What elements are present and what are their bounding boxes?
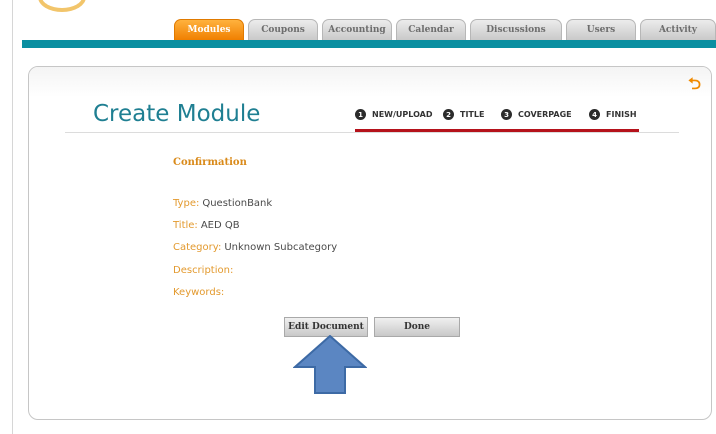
field-label: Title: <box>173 220 198 231</box>
field-category: Category: Unknown Subcategory <box>173 242 337 253</box>
nav-bar-strip <box>22 40 716 48</box>
done-button[interactable]: Done <box>374 317 460 337</box>
step-finish: 4 FINISH <box>589 109 637 120</box>
left-border <box>12 0 13 434</box>
field-label: Category: <box>173 242 222 253</box>
step-label: FINISH <box>606 110 637 119</box>
confirmation-heading: Confirmation <box>173 157 247 168</box>
step-number: 4 <box>589 109 600 120</box>
tab-accounting[interactable]: Accounting <box>322 19 392 40</box>
field-title: Title: AED QB <box>173 220 240 231</box>
field-description: Description: <box>173 265 236 276</box>
step-title: 2 TITLE <box>443 109 484 120</box>
field-value: AED QB <box>200 220 240 231</box>
tab-coupons[interactable]: Coupons <box>248 19 318 40</box>
field-value: QuestionBank <box>202 198 273 209</box>
field-label: Description: <box>173 265 234 276</box>
step-number: 1 <box>355 109 366 120</box>
tab-activity[interactable]: Activity <box>640 19 716 40</box>
tab-discussions[interactable]: Discussions <box>470 19 562 40</box>
tab-users[interactable]: Users <box>566 19 636 40</box>
content-panel: ⮌ Create Module 1 NEW/UPLOAD 2 TITLE 3 C… <box>28 66 712 420</box>
step-number: 3 <box>501 109 512 120</box>
page-title: Create Module <box>93 101 261 127</box>
step-label: TITLE <box>460 110 485 119</box>
wizard-steps: 1 NEW/UPLOAD 2 TITLE 3 COVERPAGE 4 FINIS… <box>355 105 639 132</box>
title-divider <box>65 132 679 133</box>
back-arrow-icon[interactable]: ⮌ <box>688 73 701 100</box>
step-coverpage: 3 COVERPAGE <box>501 109 572 120</box>
field-label: Type: <box>173 198 200 209</box>
tab-modules[interactable]: Modules <box>174 19 244 40</box>
step-new-upload: 1 NEW/UPLOAD <box>355 109 433 120</box>
panel-header <box>29 67 711 97</box>
step-number: 2 <box>443 109 454 120</box>
step-label: NEW/UPLOAD <box>372 110 433 119</box>
field-label: Keywords: <box>173 287 225 298</box>
field-keywords: Keywords: <box>173 287 227 298</box>
field-value: Unknown Subcategory <box>224 242 338 253</box>
step-label: COVERPAGE <box>518 110 572 119</box>
tab-calendar[interactable]: Calendar <box>396 19 466 40</box>
up-arrow-icon <box>293 335 367 394</box>
field-type: Type: QuestionBank <box>173 198 272 209</box>
edit-document-button[interactable]: Edit Document <box>284 317 368 337</box>
logo <box>38 0 86 12</box>
